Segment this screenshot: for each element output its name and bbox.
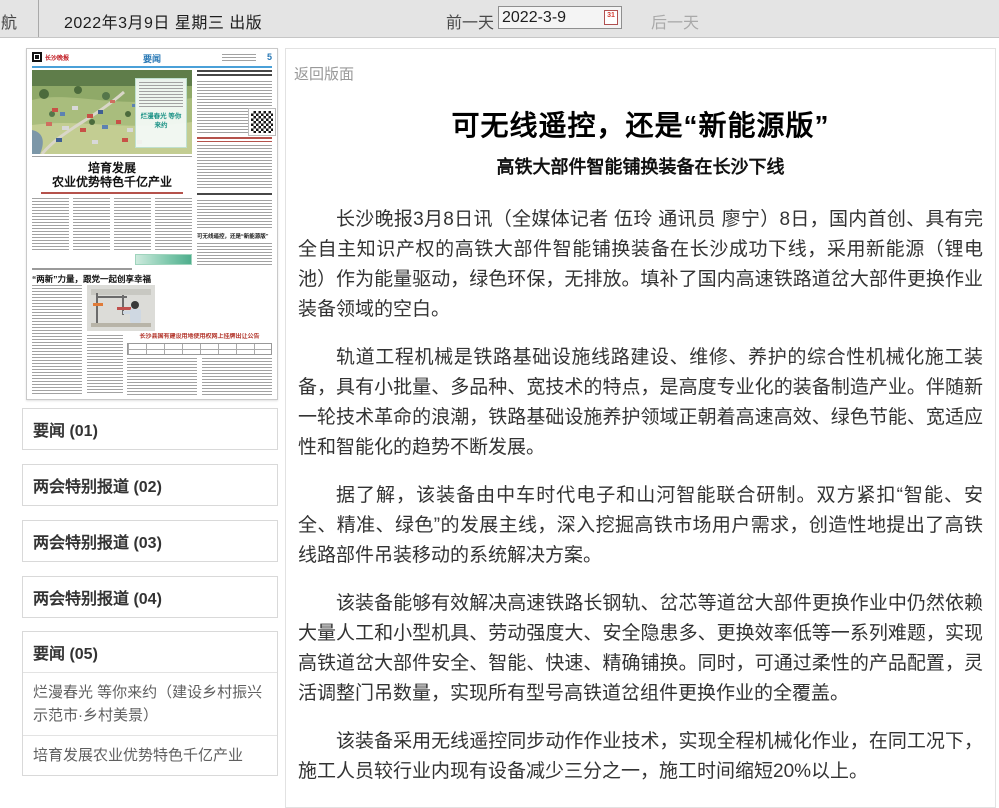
sidebar-section-05-group: 要闻 (05) 烂漫春光 等你来约（建设乡村振兴示范市·乡村美景） 培育发展农业… — [22, 631, 278, 776]
article-body: 长沙晚报3月8日讯（全媒体记者 伍玲 通讯员 廖宁）8日，国内首创、具有完全自主… — [298, 205, 983, 787]
thumb-right-text2 — [197, 145, 272, 189]
article-link-lanman[interactable]: 烂漫春光 等你来约（建设乡村振兴示范市·乡村美景） — [23, 673, 277, 736]
sidebar-section-03[interactable]: 两会特别报道 (03) — [22, 520, 278, 562]
article-paragraph: 据了解，该装备由中车时代电子和山河智能联合研制。双方紧扣“智能、安全、精准、绿色… — [298, 481, 983, 571]
sidebar-section-04[interactable]: 两会特别报道 (04) — [22, 576, 278, 618]
section-label: 要闻 (01) — [33, 423, 98, 440]
date-input[interactable] — [502, 8, 598, 27]
thumb-masthead: 长沙晚报 要闻 5 — [32, 52, 272, 64]
article-paragraph: 轨道工程机械是铁路基础设施线路建设、维修、养护的综合性机械化施工装备，具有小批量… — [298, 343, 983, 463]
prev-day-link[interactable]: 前一天 — [446, 9, 494, 33]
article-link-label: 烂漫春光 等你来约（建设乡村振兴示范市·乡村美景） — [33, 684, 262, 724]
publish-date-label: 2022年3月9日 星期三 出版 — [64, 9, 262, 33]
section-label: 两会特别报道 (02) — [33, 479, 162, 496]
calendar-icon[interactable]: 31 — [604, 10, 618, 25]
thumb-masthead-rule — [32, 66, 272, 68]
next-day-link[interactable]: 后一天 — [651, 9, 699, 33]
thumb-corner-headline: 可无线遥控，还是“新能源版” — [197, 234, 272, 241]
thumb-lead-headline-line1: 培育发展 — [32, 161, 192, 175]
thumb-masthead-page-number: 5 — [267, 52, 272, 62]
section-label: 两会特别报道 (04) — [33, 591, 162, 608]
thumb-masthead-info-lines — [222, 54, 256, 61]
article-link-label: 培育发展农业优势特色千亿产业 — [33, 747, 243, 764]
calendar-icon-day: 31 — [605, 11, 617, 20]
section-label: 两会特别报道 (03) — [33, 535, 162, 552]
thumb-right-column: 可无线遥控，还是“新能源版” — [197, 70, 272, 310]
sidebar-section-01[interactable]: 要闻 (01) — [22, 408, 278, 450]
thumb-notice-title: 长沙县国有建设用地使用权网上挂牌出让公告 — [127, 333, 272, 341]
article-paragraph: 该装备能够有效解决高速铁路长钢轨、岔芯等道岔大部件更换作业中仍然依赖大量人工和小… — [298, 589, 983, 709]
thumb-right-headline-lines — [197, 70, 272, 78]
thumb-mid-kicker-line — [32, 268, 132, 270]
thumb-right-red-headline — [197, 137, 272, 142]
article-paragraph: 长沙晚报3月8日讯（全媒体记者 伍玲 通讯员 廖宁）8日，国内首创、具有完全自主… — [298, 205, 983, 325]
thumb-mid-text-left — [32, 285, 82, 395]
thumb-photo-caption — [32, 156, 192, 159]
sidebar-section-05[interactable]: 要闻 (05) — [23, 632, 277, 673]
thumb-mid-headline: “两新”力量，跟党一起创享幸福 — [32, 273, 192, 285]
sidebar: 长沙晚报 要闻 5 — [22, 48, 278, 776]
article-subtitle: 高铁大部件智能铺换装备在长沙下线 — [286, 153, 995, 179]
section-label: 要闻 (05) — [33, 646, 98, 663]
date-picker[interactable]: 31 — [498, 6, 622, 29]
thumb-right-text3 — [197, 200, 272, 230]
article-link-peiyu[interactable]: 培育发展农业优势特色千亿产业 — [23, 736, 277, 775]
thumb-text-columns — [32, 198, 192, 252]
thumb-workshop-photo — [87, 285, 155, 331]
page-thumbnail[interactable]: 长沙晚报 要闻 5 — [26, 48, 278, 400]
thumb-promo-banner — [135, 254, 192, 265]
thumb-notice-table — [127, 343, 272, 355]
thumb-lead-subhead-line — [41, 192, 183, 194]
article-paragraph: 该装备采用无线遥控同步动作作业技术，实现全程机械化作业，在同工况下，施工人员较行… — [298, 727, 983, 787]
thumb-mid-story: “两新”力量，跟党一起创享幸福 — [32, 268, 192, 285]
thumb-notice-text — [127, 358, 272, 396]
article-title: 可无线遥控，还是“新能源版” — [286, 104, 995, 144]
thumb-lead-headline-line2: 农业优势特色千亿产业 — [32, 175, 192, 189]
qr-code — [249, 109, 275, 135]
thumb-notice-block: 长沙县国有建设用地使用权网上挂牌出让公告 — [127, 333, 272, 395]
thumb-right-text4 — [197, 243, 272, 265]
thumb-right-subhead — [197, 193, 272, 197]
thumb-overlay-title: 烂漫春光 等你来约 — [136, 112, 186, 130]
nav-partial-text: 航 — [1, 9, 17, 33]
thumb-photo-overlay-box: 烂漫春光 等你来约 — [135, 78, 187, 148]
thumb-overlay-text-lines — [139, 82, 183, 108]
article-panel: 返回版面 可无线遥控，还是“新能源版” 高铁大部件智能铺换装备在长沙下线 长沙晚… — [285, 48, 996, 808]
top-toolbar: 航 2022年3月9日 星期三 出版 前一天 31 后一天 — [0, 0, 999, 38]
thumb-lead-headline: 培育发展 农业优势特色千亿产业 — [32, 161, 192, 189]
thumb-mid-text-bottom — [87, 335, 123, 395]
toolbar-divider — [38, 0, 39, 37]
back-to-page-link[interactable]: 返回版面 — [294, 63, 354, 84]
sidebar-section-02[interactable]: 两会特别报道 (02) — [22, 464, 278, 506]
